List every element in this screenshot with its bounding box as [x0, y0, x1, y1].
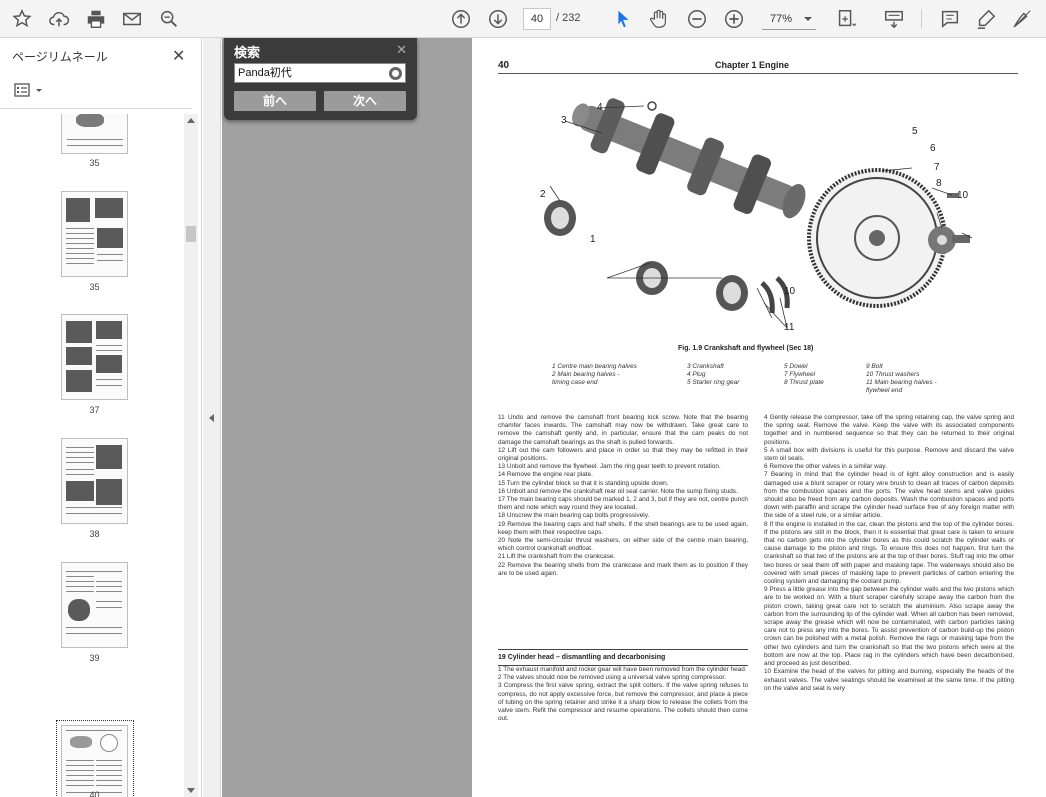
callout-label: 10 — [784, 286, 796, 297]
thumbnail-label: 38 — [89, 529, 100, 539]
close-icon[interactable]: ✕ — [172, 46, 185, 66]
collapse-arrow-icon[interactable] — [209, 414, 214, 422]
page-fit-icon[interactable] — [834, 7, 858, 31]
section-heading: 19 Cylinder head – dismantling and decar… — [498, 649, 748, 666]
legend-item: 11 Main bearing halves - — [866, 379, 937, 386]
legend-item: 9 Bolt — [866, 363, 883, 370]
left-column-text-2: 1 The exhaust manifold and rocker gear w… — [498, 666, 748, 723]
search-panel: 検索 ✕ Panda初代 前へ 次へ — [224, 38, 417, 120]
hand-tool-icon[interactable] — [647, 7, 671, 31]
thumbnail-scrollbar[interactable] — [184, 114, 198, 797]
zoom-dropdown[interactable]: 77% — [762, 8, 816, 30]
legend-item: 4 Plug — [687, 371, 706, 378]
page-thumbnail-current[interactable] — [61, 725, 128, 797]
legend-item: 1 Centre main bearing halves — [552, 363, 637, 370]
callout-label: 4 — [597, 102, 603, 113]
search-title: 検索 — [234, 45, 261, 60]
panel-divider — [0, 108, 192, 109]
page-thumbnail[interactable] — [61, 562, 128, 648]
callout-label: 2 — [540, 189, 546, 200]
callout-label: 8 — [936, 178, 942, 189]
callout-label: 5 — [912, 126, 918, 137]
thumbnail-panel: ページリムネール ✕ 35 35 37 38 39 40 — [0, 38, 202, 797]
page-thumbnail[interactable] — [61, 438, 128, 524]
chevron-down-icon — [804, 17, 812, 21]
read-mode-icon[interactable] — [882, 7, 906, 31]
scroll-up-icon[interactable] — [187, 118, 195, 123]
panel-title: ページリムネール — [12, 50, 108, 64]
callout-label: 11 — [784, 322, 795, 333]
highlight-pen-icon[interactable] — [974, 7, 998, 31]
next-result-button[interactable]: 次へ — [324, 91, 406, 111]
figure-caption: Fig. 1.9 Crankshaft and flywheel (Sec 18… — [678, 345, 814, 352]
toolbar-divider — [921, 9, 922, 29]
next-page-icon[interactable] — [486, 7, 510, 31]
page-thumbnail[interactable] — [61, 114, 128, 154]
legend-item: 5 Starter ring gear — [687, 379, 740, 386]
zoom-out-icon[interactable] — [685, 7, 709, 31]
right-column-text: 4 Gently release the compressor, take of… — [764, 414, 1014, 692]
chapter-heading: Chapter 1 Engine — [715, 60, 790, 70]
page-total: / 232 — [556, 12, 581, 24]
prev-result-button[interactable]: 前へ — [234, 91, 316, 111]
search-zoom-icon[interactable] — [157, 7, 181, 31]
print-icon[interactable] — [84, 7, 108, 31]
panel-collapse-strip[interactable] — [203, 38, 221, 797]
left-column-text: 11 Undo and remove the camshaft front be… — [498, 414, 748, 577]
thumbnail-label: 35 — [89, 158, 100, 168]
callout-label: 1 — [590, 234, 596, 245]
legend-item: 2 Main bearing halves - — [552, 371, 620, 378]
search-query: Panda初代 — [238, 67, 292, 79]
sign-icon[interactable] — [1010, 7, 1034, 31]
thumbnail-label: 35 — [89, 282, 100, 292]
close-icon[interactable]: ✕ — [396, 42, 407, 58]
scroll-down-icon[interactable] — [187, 788, 195, 793]
callout-label: 7 — [934, 162, 940, 173]
mail-icon[interactable] — [120, 7, 144, 31]
legend-item: timing case end — [552, 379, 598, 386]
legend-item: 3 Crankshaft — [687, 363, 724, 370]
callout-label: 6 — [930, 143, 936, 154]
legend-item: flywheel end — [866, 387, 903, 394]
legend-item: 5 Dowel — [784, 363, 808, 370]
page-thumbnail[interactable] — [61, 314, 128, 400]
zoom-in-icon[interactable] — [722, 7, 746, 31]
scrollbar-thumb[interactable] — [186, 226, 196, 242]
page-number: 40 — [498, 60, 510, 71]
panel-options-button[interactable] — [14, 82, 48, 100]
page-number-input[interactable]: 40 — [523, 8, 551, 30]
thumbnail-label: 37 — [89, 405, 100, 415]
document-viewer: 40 Chapter 1 Engine 4 3 2 1 5 6 7 8 10 1… — [222, 38, 1046, 797]
page-thumbnail[interactable] — [61, 191, 128, 277]
toolbar: 40 / 232 77% — [0, 0, 1046, 38]
star-icon[interactable] — [10, 7, 34, 31]
callout-label: 3 — [561, 115, 567, 126]
gear-icon[interactable] — [389, 67, 402, 80]
comment-icon[interactable] — [938, 7, 962, 31]
pdf-page: 40 Chapter 1 Engine 4 3 2 1 5 6 7 8 10 1… — [472, 38, 1046, 797]
list-options-icon — [14, 83, 42, 97]
legend-item: 7 Flywheel — [784, 371, 816, 378]
legend-item: 8 Thrust plate — [784, 379, 824, 386]
upload-cloud-icon[interactable] — [47, 7, 71, 31]
callout-label: 10 — [957, 190, 969, 201]
thumbnail-label: 39 — [89, 653, 100, 663]
header-rule — [498, 73, 1018, 74]
crankshaft-illustration — [544, 98, 973, 329]
legend-item: 10 Thrust washers — [866, 371, 920, 378]
zoom-value: 77% — [770, 13, 793, 25]
thumbnail-label: 40 — [89, 790, 100, 797]
search-input[interactable]: Panda初代 — [234, 63, 406, 83]
prev-page-icon[interactable] — [449, 7, 473, 31]
select-cursor-icon[interactable] — [611, 7, 635, 31]
thumbnail-list: 35 35 37 38 39 40 — [0, 114, 184, 797]
